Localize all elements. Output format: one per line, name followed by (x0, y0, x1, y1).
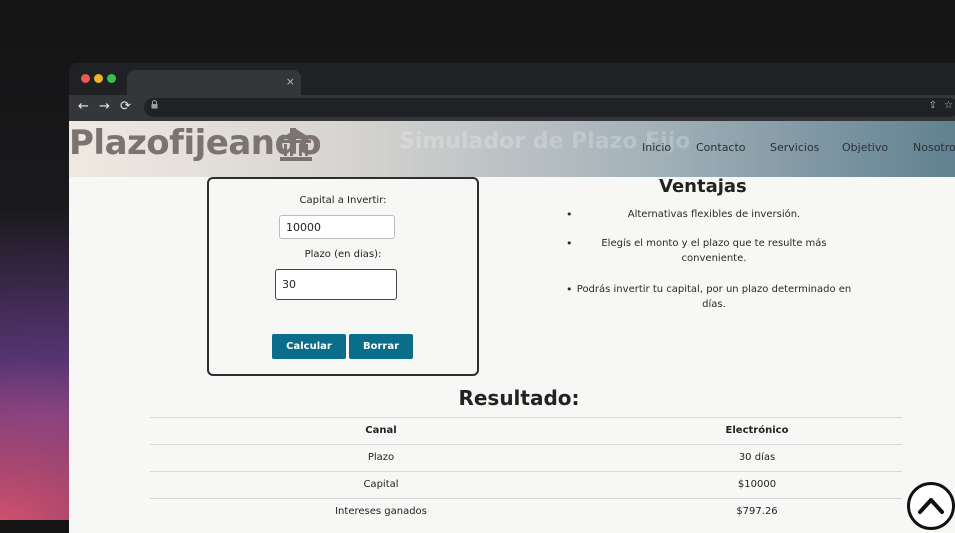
capital-input[interactable] (279, 215, 395, 239)
ventajas-title: Ventajas (659, 176, 747, 197)
site-header: Plazofijeando Simulador de Plazo Fijo In… (69, 121, 955, 177)
bullet-icon: • (566, 208, 573, 221)
address-bar[interactable]: ⇪ ☆ (144, 98, 955, 117)
browser-window: × ← → ⟳ ⇪ ☆ Plazofijeando Simulador de P… (69, 63, 955, 533)
nav-item-contacto[interactable]: Contacto (696, 141, 746, 154)
browser-tab[interactable]: × (127, 70, 301, 96)
plazo-input[interactable] (275, 269, 397, 300)
resultado-title: Resultado: (458, 386, 580, 410)
list-item: • Alternativas flexibles de inversión. (566, 208, 801, 221)
resultado-table: Canal Electrónico Plazo 30 días Capital … (150, 417, 902, 525)
scroll-to-top-button[interactable] (907, 482, 955, 530)
simulator-form: Capital a Invertir: Plazo (en dias): Cal… (207, 177, 479, 376)
table-cell: 30 días (738, 452, 776, 463)
table-row: Capital $10000 (150, 471, 902, 498)
nav-item-servicios[interactable]: Servicios (770, 141, 819, 154)
list-item: • Elegís el monto y el plazo que te resu… (566, 237, 827, 264)
lock-icon (151, 100, 158, 112)
table-row: Intereses ganados $797.26 (150, 498, 902, 525)
borrar-button[interactable]: Borrar (349, 334, 413, 359)
plazo-label: Plazo (en dias): (304, 249, 382, 260)
list-item: • Podrás invertir tu capital, por un pla… (566, 283, 852, 310)
forward-arrow-icon[interactable]: → (99, 99, 110, 115)
chevron-up-icon (918, 498, 944, 514)
page-viewport: Plazofijeando Simulador de Plazo Fijo In… (69, 121, 955, 533)
close-window-button[interactable] (81, 74, 90, 83)
browser-toolbar: ← → ⟳ ⇪ ☆ (69, 95, 955, 121)
maximize-window-button[interactable] (107, 74, 116, 83)
nav-item-nosotros[interactable]: Nosotros (913, 141, 955, 154)
bullet-icon: • (566, 283, 573, 296)
bullet-icon: • (566, 237, 573, 250)
share-icon[interactable]: ⇪ (929, 100, 937, 111)
capital-label: Capital a Invertir: (299, 195, 387, 206)
nav-item-objetivo[interactable]: Objetivo (842, 141, 888, 154)
header-cell: Canal (365, 425, 397, 436)
bookmark-star-icon[interactable]: ☆ (944, 100, 953, 111)
table-cell: Capital (363, 479, 399, 490)
bank-icon (280, 129, 312, 161)
tab-strip: × (69, 63, 955, 96)
table-row: Plazo 30 días (150, 444, 902, 471)
header-cell: Electrónico (725, 425, 789, 436)
back-arrow-icon[interactable]: ← (78, 99, 89, 115)
table-cell: $10000 (737, 479, 777, 490)
table-cell: Intereses ganados (335, 506, 427, 517)
minimize-window-button[interactable] (94, 74, 103, 83)
reload-icon[interactable]: ⟳ (120, 99, 131, 115)
table-cell: $797.26 (736, 506, 778, 517)
table-cell: Plazo (367, 452, 395, 463)
tab-close-icon[interactable]: × (286, 75, 295, 88)
nav-item-inicio[interactable]: Inicio (642, 141, 671, 154)
table-header-row: Canal Electrónico (150, 417, 902, 444)
calcular-button[interactable]: Calcular (272, 334, 346, 359)
